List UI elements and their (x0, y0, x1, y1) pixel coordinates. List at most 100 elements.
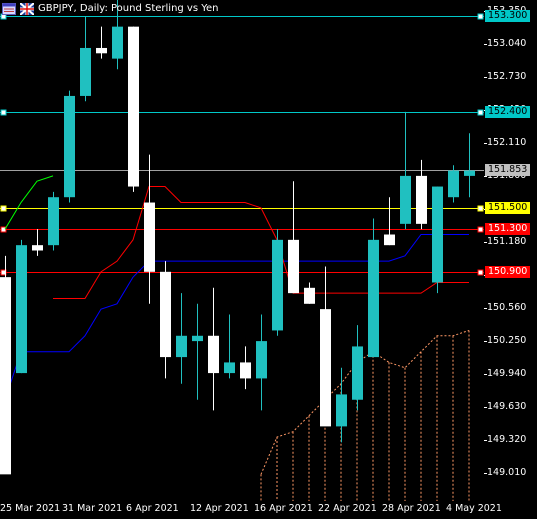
date-tick-label: 22 Apr 2021 (318, 503, 377, 514)
candle-body (304, 287, 315, 304)
date-tick-label: 28 Apr 2021 (382, 503, 441, 514)
price-tick-label: 152.110 (487, 136, 527, 148)
chikou-span-line (4, 175, 54, 230)
candle-body (48, 197, 59, 246)
level-price-label: 153.300 (485, 9, 531, 22)
kumo-upper-line (260, 329, 470, 475)
price-tick-mark (484, 341, 487, 342)
date-tick-label: 12 Apr 2021 (190, 503, 249, 514)
kijun-sen-line (4, 234, 469, 400)
candle (96, 26, 107, 59)
candle-body (336, 394, 347, 427)
price-tick-label: 149.940 (487, 368, 527, 380)
candle-body (368, 239, 379, 358)
chart-window-icon[interactable] (2, 3, 16, 15)
candle-body (96, 47, 107, 54)
candle-body (224, 362, 235, 374)
price-tick-label: 152.730 (487, 70, 527, 82)
candle (432, 186, 443, 294)
price-tick-mark (484, 440, 487, 441)
level-price-label: 151.500 (485, 201, 531, 214)
level-anchor-point (0, 109, 7, 116)
candle (16, 239, 27, 374)
candle-body (0, 277, 11, 475)
candle (320, 266, 331, 427)
candle (160, 261, 171, 379)
candle-body (464, 170, 475, 176)
candle (336, 367, 347, 443)
level-price-label: 150.900 (485, 265, 531, 278)
candle-body (320, 309, 331, 427)
candle (0, 255, 11, 475)
price-tick-label: 149.630 (487, 401, 527, 413)
candle-body (288, 239, 299, 294)
price-tick-label: 150.250 (487, 335, 527, 347)
chart-title-bar: GBPJPY, Daily: Pound Sterling vs Yen (2, 2, 219, 16)
price-tick-mark (484, 77, 487, 78)
candle (64, 90, 75, 203)
candle-body (64, 95, 75, 198)
candle (208, 287, 219, 411)
chart-plot-area[interactable]: GBPJPY, Daily: Pound Sterling vs Yen (0, 0, 484, 501)
candle-body (256, 341, 267, 379)
candlestick-chart[interactable] (0, 0, 484, 501)
price-tick-label: 150.560 (487, 302, 527, 314)
level-anchor-point (0, 226, 7, 233)
level-anchor-point (477, 269, 484, 276)
candle-body (352, 346, 363, 400)
candle-body (272, 239, 283, 331)
price-tick-mark (484, 374, 487, 375)
date-tick-label: 4 May 2021 (446, 503, 502, 514)
date-axis[interactable]: 25 Mar 2021 31 Mar 2021 6 Apr 2021 12 Apr 2… (0, 501, 537, 519)
candle (128, 26, 139, 192)
candle (32, 229, 43, 256)
candles (0, 0, 475, 475)
candle (224, 314, 235, 379)
candle (176, 293, 187, 384)
price-tick-label: 153.040 (487, 37, 527, 49)
candle-body (384, 234, 395, 246)
price-tick-mark (484, 308, 487, 309)
candle (256, 314, 267, 411)
price-tick-label: 149.320 (487, 434, 527, 446)
candle (48, 191, 59, 251)
candle-body (128, 26, 139, 187)
candle (384, 197, 395, 246)
candle (368, 218, 379, 358)
candle (464, 133, 475, 198)
candle-body (80, 47, 91, 96)
candle-body (432, 186, 443, 283)
candle (288, 181, 299, 294)
price-tick-mark (484, 143, 487, 144)
date-tick-label: 31 Mar 2021 (62, 503, 123, 514)
chart-title: GBPJPY, Daily: Pound Sterling vs Yen (38, 3, 219, 14)
date-tick-label: 25 Mar 2021 (0, 503, 61, 514)
candle (304, 282, 315, 304)
candle-body (240, 362, 251, 379)
level-price-label: 152.400 (485, 105, 531, 118)
candle (240, 346, 251, 390)
candle-body (144, 202, 155, 272)
level-anchor-point (477, 109, 484, 116)
candle-body (208, 335, 219, 374)
level-anchor-point (0, 205, 7, 212)
candle (144, 154, 155, 304)
price-tick-mark (484, 44, 487, 45)
candle-body (32, 245, 43, 251)
date-tick-label: 16 Apr 2021 (254, 503, 313, 514)
candle (272, 229, 283, 336)
uk-flag-icon (20, 3, 34, 15)
candle (192, 303, 203, 400)
candle (448, 165, 459, 203)
candle (80, 15, 91, 102)
candle-body (16, 245, 27, 374)
price-tick-label: 149.010 (487, 467, 527, 479)
candle-body (112, 26, 123, 59)
candle-body (448, 170, 459, 198)
level-price-label: 151.853 (485, 164, 531, 177)
level-anchor-point (477, 205, 484, 212)
price-tick-mark (484, 242, 487, 243)
date-tick-label: 6 Apr 2021 (126, 503, 179, 514)
price-axis[interactable]: 153.350153.040152.730152.420152.110151.8… (484, 0, 537, 501)
candle-body (160, 271, 171, 358)
